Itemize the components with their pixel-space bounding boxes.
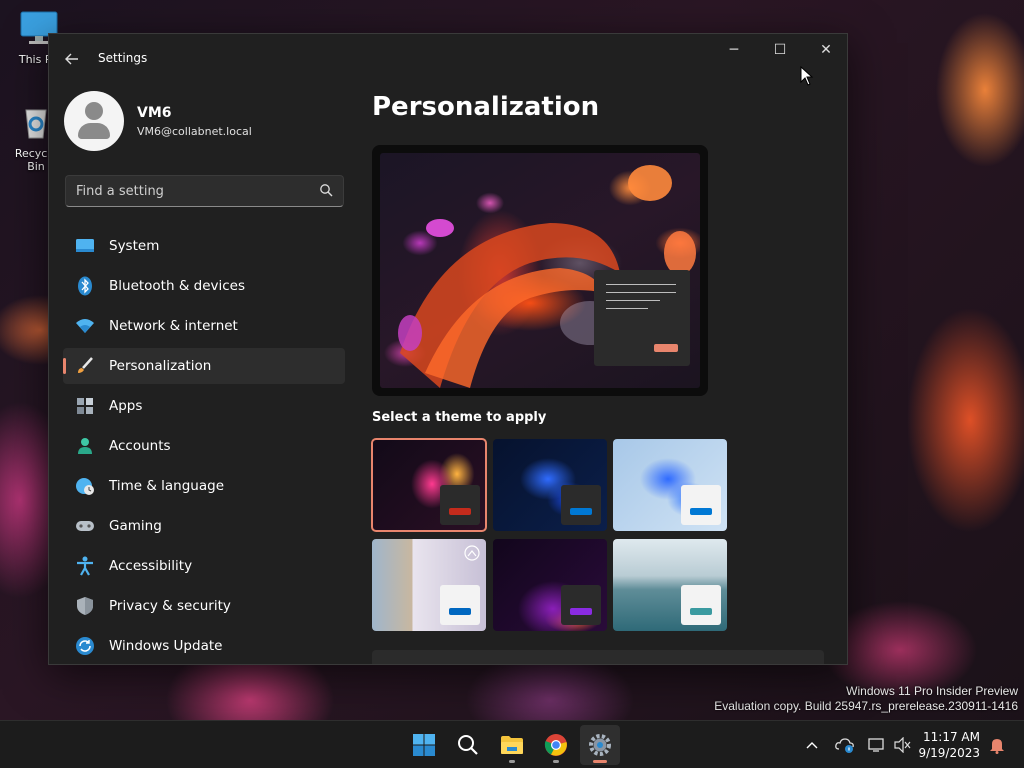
spotlight-icon — [464, 545, 480, 561]
theme-tile-captured-motion[interactable] — [493, 539, 607, 631]
minimize-button[interactable]: ─ — [711, 34, 757, 66]
avatar — [64, 91, 124, 151]
volume-muted-icon — [894, 737, 911, 753]
settings-window: Settings ─ ☐ ✕ VM6 VM6@collabnet.local F… — [48, 33, 848, 665]
settings-taskbar-button[interactable] — [580, 725, 620, 765]
start-button[interactable] — [404, 725, 444, 765]
theme-section-label: Select a theme to apply — [372, 410, 547, 425]
onedrive-tray-button[interactable] — [834, 733, 856, 757]
nav-label: Time & language — [109, 478, 225, 494]
mouse-cursor-icon — [800, 66, 814, 86]
theme-tile-flow[interactable] — [613, 539, 727, 631]
chrome-icon — [544, 734, 567, 756]
chrome-button[interactable] — [536, 725, 576, 765]
network-tray-button[interactable] — [866, 733, 888, 757]
nav-item-system[interactable]: System — [63, 228, 345, 264]
theme-tile-windows-spotlight[interactable] — [372, 539, 486, 631]
theme-preview — [372, 145, 708, 396]
notifications-button[interactable] — [986, 733, 1008, 757]
window-title: Settings — [98, 51, 148, 65]
watermark-line-2: Evaluation copy. Build 25947.rs_prerelea… — [714, 699, 1018, 713]
update-icon — [75, 636, 95, 656]
evaluation-watermark: Windows 11 Pro Insider Preview Evaluatio… — [714, 684, 1018, 714]
volume-tray-button[interactable] — [892, 733, 914, 757]
arrow-left-icon — [65, 53, 78, 65]
maximize-button[interactable]: ☐ — [757, 34, 803, 66]
nav-label: Windows Update — [109, 638, 223, 654]
nav-item-accounts[interactable]: Accounts — [63, 428, 345, 464]
wifi-icon — [75, 316, 95, 336]
nav-label: Accounts — [109, 438, 171, 454]
minimize-icon: ─ — [729, 42, 739, 58]
theme-tile-windows-dark[interactable] — [493, 439, 607, 531]
nav-label: Accessibility — [109, 558, 193, 574]
nav-item-network[interactable]: Network & internet — [63, 308, 345, 344]
search-icon — [458, 735, 478, 755]
nav-label: Bluetooth & devices — [109, 278, 246, 294]
watermark-line-1: Windows 11 Pro Insider Preview — [846, 684, 1018, 698]
nav-item-bluetooth[interactable]: Bluetooth & devices — [63, 268, 345, 304]
user-name: VM6 — [137, 105, 172, 121]
search-box[interactable] — [65, 175, 344, 207]
more-settings-card[interactable] — [372, 650, 824, 664]
wallpaper-preview — [380, 153, 700, 388]
taskbar: 11:17 AM 9/19/2023 — [0, 720, 1024, 768]
gamepad-icon — [75, 516, 95, 536]
maximize-icon: ☐ — [773, 42, 787, 58]
gear-icon — [589, 734, 611, 756]
back-button[interactable] — [61, 48, 83, 70]
file-explorer-button[interactable] — [492, 725, 532, 765]
bell-icon — [990, 739, 1004, 754]
network-icon — [868, 738, 884, 752]
show-hidden-icons-button[interactable] — [802, 733, 822, 757]
search-icon[interactable] — [319, 183, 333, 197]
nav-menu: System Bluetooth & devices Network & int… — [63, 228, 345, 664]
accounts-icon — [75, 436, 95, 456]
apps-icon — [75, 396, 95, 416]
bluetooth-icon — [75, 276, 95, 296]
nav-label: Privacy & security — [109, 598, 231, 614]
nav-label: Network & internet — [109, 318, 238, 334]
theme-tile-glow[interactable] — [371, 438, 487, 532]
windows-logo-icon — [413, 734, 435, 756]
clock[interactable]: 11:17 AM 9/19/2023 — [918, 729, 980, 761]
nav-item-personalization[interactable]: Personalization — [63, 348, 345, 384]
preview-window-sample — [594, 270, 690, 366]
chevron-up-icon — [806, 742, 818, 749]
nav-item-apps[interactable]: Apps — [63, 388, 345, 424]
brush-icon — [75, 356, 95, 376]
clock-time: 11:17 AM — [923, 730, 980, 744]
cloud-info-icon — [835, 738, 854, 753]
nav-label: System — [109, 238, 160, 254]
folder-icon — [501, 736, 523, 754]
system-icon — [75, 236, 95, 256]
shield-icon — [75, 596, 95, 616]
accessibility-icon — [75, 556, 95, 576]
close-icon: ✕ — [820, 42, 832, 58]
user-email: VM6@collabnet.local — [137, 125, 252, 138]
user-profile[interactable]: VM6 VM6@collabnet.local — [64, 91, 354, 151]
nav-label: Gaming — [109, 518, 162, 534]
nav-label: Apps — [109, 398, 143, 414]
close-button[interactable]: ✕ — [803, 34, 847, 66]
title-bar[interactable]: Settings ─ ☐ ✕ — [49, 34, 847, 82]
nav-item-privacy-security[interactable]: Privacy & security — [63, 588, 345, 624]
search-button[interactable] — [448, 725, 488, 765]
theme-tile-windows-light[interactable] — [613, 439, 727, 531]
nav-item-windows-update[interactable]: Windows Update — [63, 628, 345, 664]
page-title: Personalization — [372, 92, 600, 122]
clock-date: 9/19/2023 — [918, 746, 980, 760]
search-input[interactable] — [76, 182, 306, 200]
nav-item-time-language[interactable]: Time & language — [63, 468, 345, 504]
globe-clock-icon — [75, 476, 95, 496]
nav-item-gaming[interactable]: Gaming — [63, 508, 345, 544]
nav-item-accessibility[interactable]: Accessibility — [63, 548, 345, 584]
nav-label: Personalization — [109, 358, 212, 374]
preview-accent-button — [654, 344, 678, 352]
